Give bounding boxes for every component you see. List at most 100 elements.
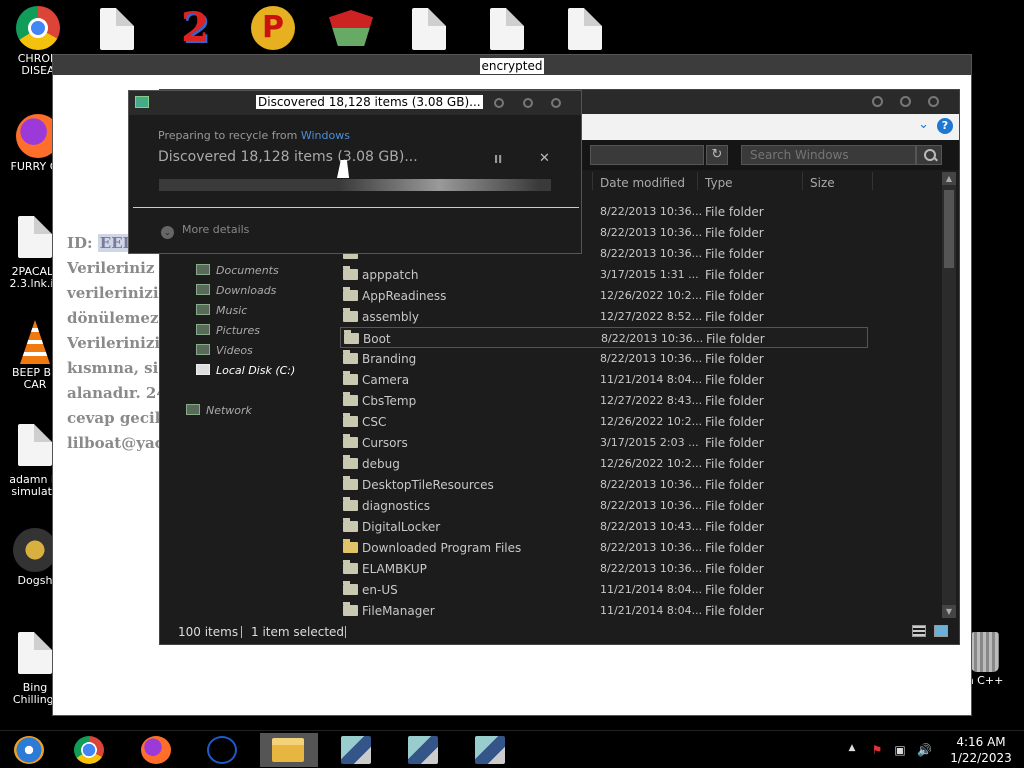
app-2-shortcut[interactable]: 2 [160, 6, 230, 53]
file-row[interactable]: AppReadiness 12/26/2022 10:2... File folde… [340, 285, 868, 306]
desktop-file-4[interactable] [550, 8, 620, 50]
file-row[interactable]: CSC 12/26/2022 10:2... File folder [340, 411, 868, 432]
column-separator[interactable] [592, 172, 593, 190]
scroll-down-arrow-icon[interactable]: ▼ [942, 605, 956, 618]
progress-message: Discovered 18,128 items (3.08 GB)... [158, 149, 418, 165]
action-center-flag-icon[interactable]: ⚑ [870, 743, 884, 757]
more-details-toggle[interactable]: ⌄ More details [161, 223, 249, 239]
app-p-shortcut[interactable]: P [238, 6, 308, 53]
minimize-button[interactable] [872, 96, 883, 107]
taskbar-item-media-player[interactable] [0, 733, 58, 767]
close-button[interactable] [928, 96, 939, 107]
app-shield-shortcut[interactable] [316, 10, 386, 49]
file-date-modified: 8/22/2013 10:36... [600, 478, 703, 491]
source-folder-link[interactable]: Windows [301, 129, 350, 142]
large-icons-view-icon[interactable] [934, 625, 948, 637]
minimize-button[interactable] [494, 98, 504, 108]
search-icon[interactable] [916, 145, 942, 165]
taskbar-item-setup-1[interactable] [327, 733, 385, 767]
close-button[interactable] [551, 98, 561, 108]
desktop-file-1[interactable] [82, 8, 152, 50]
clock-time: 4:16 AM [956, 735, 1006, 749]
recycle-progress-dialog[interactable]: Discovered 18,128 items (3.08 GB)... Pre… [128, 90, 582, 254]
item-count: 100 items [178, 625, 239, 639]
file-row[interactable]: Boot 8/22/2013 10:36... File folder [340, 327, 868, 348]
chrome-icon [16, 6, 60, 50]
taskbar-item-obama-logo[interactable] [193, 733, 251, 767]
nav-item-label: Downloads [216, 284, 277, 297]
file-type: File folder [705, 562, 764, 576]
taskbar-item-setup-2[interactable] [394, 733, 452, 767]
show-hidden-icons-chevron-icon[interactable]: ▲ [845, 743, 859, 755]
note-line: kısmına, sist [67, 359, 174, 377]
file-name: FileManager [362, 604, 435, 618]
file-name: Boot [363, 332, 391, 346]
note-id-label: ID: [67, 234, 98, 252]
number-2-icon: 2 [181, 4, 209, 51]
details-view-icon[interactable] [912, 625, 926, 637]
file-row[interactable]: assembly 12/27/2022 8:52... File folder [340, 306, 868, 327]
note-titlebar[interactable]: encrypted [53, 55, 971, 75]
file-date-modified: 8/22/2013 10:36... [600, 247, 703, 260]
volume-icon[interactable]: 🔊 [917, 743, 932, 757]
address-field[interactable] [590, 145, 704, 165]
folder-icon [343, 518, 358, 532]
search-input[interactable] [741, 145, 916, 165]
nav-item-videos[interactable]: Videos [196, 344, 253, 362]
cancel-operation-icon[interactable]: ✕ [539, 151, 550, 166]
file-row[interactable]: diagnostics 8/22/2013 10:36... File folder [340, 495, 868, 516]
maximize-button[interactable] [523, 98, 533, 108]
column-separator[interactable] [802, 172, 803, 190]
nav-item-local-disk[interactable]: Local Disk (C:) [196, 364, 295, 382]
desktop-file-2[interactable] [394, 8, 464, 50]
file-date-modified: 12/26/2022 10:2... [600, 415, 703, 428]
column-separator[interactable] [872, 172, 873, 190]
file-row[interactable]: debug 12/26/2022 10:2... File folder [340, 453, 868, 474]
nav-item-downloads[interactable]: Downloads [196, 284, 276, 302]
more-details-label: More details [182, 223, 250, 236]
p-logo-icon: P [251, 6, 295, 50]
shield-emblem-icon [329, 10, 373, 46]
pause-button[interactable]: II [494, 153, 502, 166]
column-header-size[interactable]: Size [810, 176, 835, 190]
nav-item-network[interactable]: Network [186, 404, 252, 422]
maximize-button[interactable] [900, 96, 911, 107]
status-separator [345, 626, 346, 638]
network-status-icon[interactable]: ▣ [893, 743, 907, 757]
column-separator[interactable] [697, 172, 698, 190]
system-clock[interactable]: 4:16 AM 1/22/2023 [948, 734, 1014, 766]
desktop-file-3[interactable] [472, 8, 542, 50]
column-header-type[interactable]: Type [705, 176, 733, 190]
file-row[interactable]: Branding 8/22/2013 10:36... File folder [340, 348, 868, 369]
file-row[interactable]: en-US 11/21/2014 8:04... File folder [340, 579, 868, 600]
vertical-scrollbar[interactable]: ▲ ▼ [942, 172, 956, 618]
nav-item-documents[interactable]: Documents [196, 264, 279, 282]
scroll-thumb[interactable] [944, 190, 954, 268]
dialog-titlebar[interactable]: Discovered 18,128 items (3.08 GB)... [129, 91, 581, 115]
refresh-button[interactable]: ↻ [706, 145, 728, 165]
file-row[interactable]: CbsTemp 12/27/2022 8:43... File folder [340, 390, 868, 411]
column-header-date[interactable]: Date modified [600, 176, 685, 190]
file-type: File folder [705, 205, 764, 219]
file-row[interactable]: Cursors 3/17/2015 2:03 ... File folder [340, 432, 868, 453]
file-row[interactable]: Downloaded Program Files 8/22/2013 10:36.… [340, 537, 868, 558]
file-row[interactable]: DesktopTileResources 8/22/2013 10:36... Fi… [340, 474, 868, 495]
taskbar-item-chrome[interactable] [60, 733, 118, 767]
file-row[interactable]: apppatch 3/17/2015 1:31 ... File folder [340, 264, 868, 285]
nav-item-label: Local Disk (C:) [216, 364, 296, 377]
nav-item-music[interactable]: Music [196, 304, 247, 322]
nav-item-pictures[interactable]: Pictures [196, 324, 260, 342]
file-row[interactable]: ELAMBKUP 8/22/2013 10:36... File folder [340, 558, 868, 579]
file-name: apppatch [362, 268, 419, 282]
taskbar-item-firefox[interactable] [127, 733, 185, 767]
taskbar-item-setup-3[interactable] [461, 733, 519, 767]
file-row[interactable]: DigitalLocker 8/22/2013 10:43... File fold… [340, 516, 868, 537]
nav-item-label: Videos [216, 344, 253, 357]
taskbar-item-file-explorer[interactable] [260, 733, 318, 767]
help-icon[interactable]: ? [937, 118, 953, 134]
scroll-up-arrow-icon[interactable]: ▲ [942, 172, 956, 185]
file-row[interactable]: Camera 11/21/2014 8:04... File folder [340, 369, 868, 390]
file-row[interactable]: FileManager 11/21/2014 8:04... File folder [340, 600, 868, 621]
expand-ribbon-chevron-icon[interactable]: ⌄ [918, 117, 929, 132]
folder-icon [343, 581, 358, 595]
